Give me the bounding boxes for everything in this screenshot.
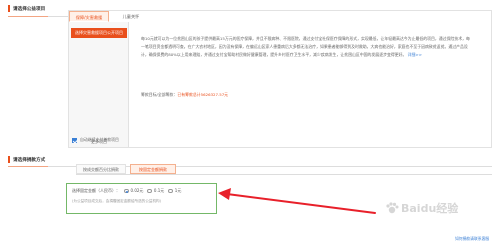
raised-label: 筹款目标/全部筹款	[141, 92, 174, 97]
section-title-project-text: 请选择公益项目	[13, 6, 46, 12]
description-detail-link[interactable]: 详细>>	[408, 52, 422, 57]
baidu-paw-icon	[386, 202, 399, 214]
red-arrow-icon	[218, 188, 376, 214]
section-underline-accent	[8, 166, 48, 167]
amount-note: (为公益项目成交后，会捐赠固定金额给所选的公益机构)	[72, 199, 162, 203]
project-panel	[68, 10, 492, 148]
amount-options-row: 选择固定金额（人民币）： 0.02元 0.1元 1元	[72, 188, 181, 194]
amount-label: 选择固定金额（人民币）：	[72, 188, 120, 193]
radio-icon[interactable]	[147, 188, 152, 194]
raised-amount-value: 已有筹款总计5626327.57元	[177, 92, 229, 97]
auto-continue-checkbox-row[interactable]: 自动继续支付善款项目	[72, 137, 119, 143]
tab-fixed-amount-donation[interactable]: 按固定金额捐款	[130, 164, 176, 174]
checkbox-checked-icon[interactable]	[72, 137, 77, 143]
tab-child-care[interactable]: 儿童关怀	[111, 11, 151, 22]
method-tabs-baseline	[76, 174, 492, 175]
project-description: 每10元就可以为一位贫困山区的孩子提供最高15万元的医疗保障，并且不限病种、不限…	[141, 35, 471, 77]
radio-icon-selected[interactable]	[124, 188, 129, 194]
section-title-accent-bar	[8, 5, 10, 12]
auto-continue-label: 自动继续支付善款项目	[80, 137, 119, 142]
tab-percentage-donation[interactable]: 按成交额百分比捐款	[76, 164, 126, 174]
section-underline-accent	[8, 16, 48, 17]
radio-icon[interactable]	[168, 188, 173, 194]
amount-option-0-02[interactable]: 0.02元	[131, 188, 144, 194]
raised-amount-line: 筹款目标/全部筹款：已有筹款总计5626327.57元	[141, 92, 228, 98]
help-contact-link[interactable]: 如何捐款请联系客服	[455, 236, 489, 242]
project-left-column	[69, 22, 129, 147]
section-title-method-text: 请选择捐款方式	[13, 157, 46, 163]
amount-option-0-1[interactable]: 0.1元	[154, 188, 164, 194]
watermark-text: Baidu经验	[401, 202, 459, 215]
selected-project-item[interactable]: 选择灾害救援项目公开项目	[71, 28, 127, 38]
tab-disaster-relief[interactable]: 保障/灾害救援	[69, 11, 109, 22]
section-title-accent-bar	[8, 156, 10, 163]
amount-option-1[interactable]: 1元	[175, 188, 182, 194]
watermark: Baidu经验	[385, 200, 458, 216]
section-title-project: 请选择公益项目	[8, 5, 45, 12]
section-title-method: 请选择捐款方式	[8, 156, 45, 163]
